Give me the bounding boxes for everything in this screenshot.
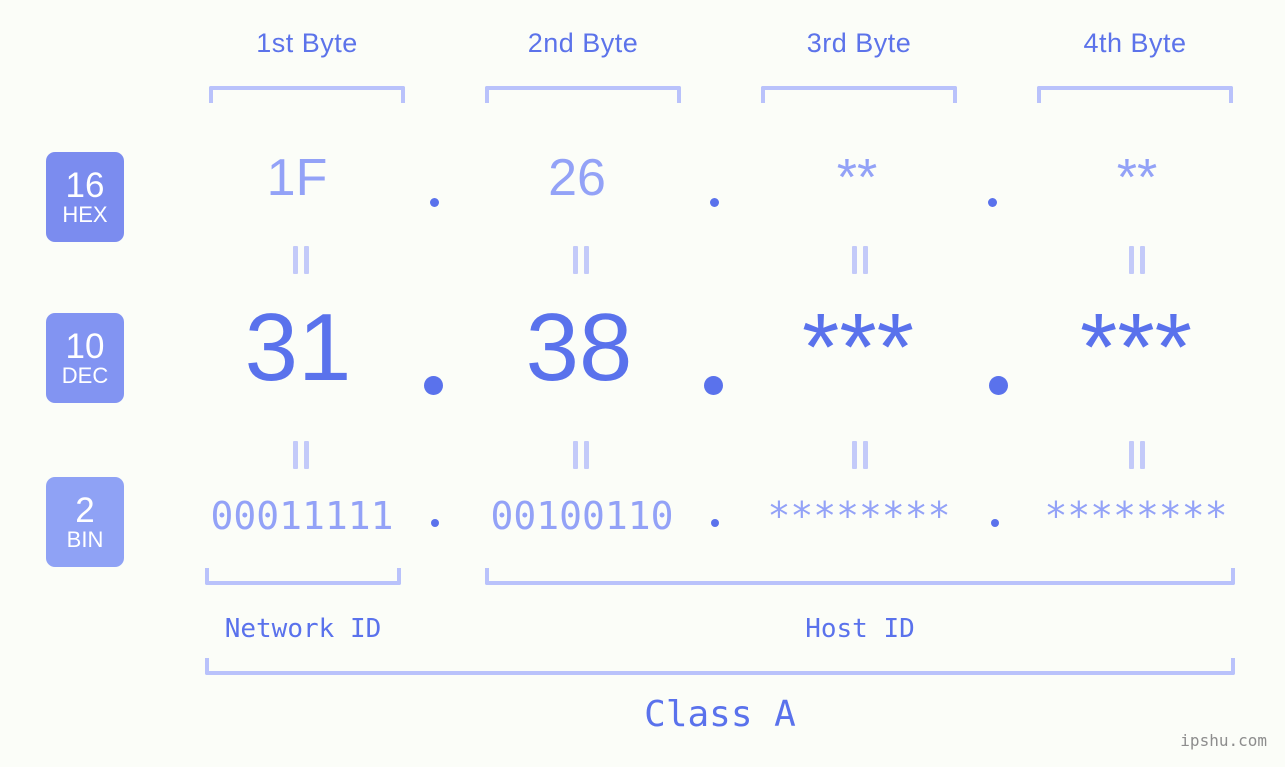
class-bracket bbox=[205, 658, 1235, 675]
hex-value-byte-2: 26 bbox=[548, 149, 606, 207]
bin-value-byte-3: ******** bbox=[767, 494, 951, 538]
bin-value-byte-4: ******** bbox=[1044, 494, 1228, 538]
byte-header-3: 3rd Byte bbox=[806, 28, 912, 58]
bin-value-byte-2: 00100110 bbox=[490, 494, 674, 538]
equals-connector-hex-dec-1 bbox=[292, 246, 310, 274]
byte-header-2: 2nd Byte bbox=[527, 28, 639, 58]
hex-value-byte-1: 1F bbox=[266, 149, 328, 207]
dec-value-byte-3: *** bbox=[801, 294, 915, 401]
byte-header-1: 1st Byte bbox=[256, 28, 358, 58]
radix-badge-dec: 10 DEC bbox=[46, 313, 124, 403]
byte-header-4: 4th Byte bbox=[1083, 28, 1187, 58]
byte-bracket-top-2 bbox=[485, 86, 681, 103]
host-id-bracket bbox=[485, 568, 1235, 585]
equals-connector-dec-bin-2 bbox=[572, 441, 590, 469]
hex-value-byte-3: ** bbox=[836, 149, 878, 207]
radix-badge-bin-name: BIN bbox=[66, 527, 104, 552]
byte-bracket-top-3 bbox=[761, 86, 957, 103]
class-label: Class A bbox=[644, 694, 796, 735]
equals-connector-hex-dec-3 bbox=[851, 246, 869, 274]
byte-bracket-top-1 bbox=[209, 86, 405, 103]
dec-value-byte-4: *** bbox=[1079, 294, 1193, 401]
equals-connector-dec-bin-3 bbox=[851, 441, 869, 469]
radix-badge-hex-number: 16 bbox=[65, 166, 105, 205]
radix-badge-bin: 2 BIN bbox=[46, 477, 124, 567]
dec-separator-dot-2 bbox=[704, 376, 723, 395]
ip-byte-breakdown-diagram: 1st Byte 2nd Byte 3rd Byte 4th Byte 16 H… bbox=[0, 0, 1285, 767]
host-id-label: Host ID bbox=[805, 614, 915, 644]
site-watermark: ipshu.com bbox=[1180, 731, 1267, 750]
equals-connector-dec-bin-1 bbox=[292, 441, 310, 469]
dec-separator-dot-1 bbox=[424, 376, 443, 395]
dec-separator-dot-3 bbox=[989, 376, 1008, 395]
dec-value-byte-2: 38 bbox=[525, 294, 633, 401]
equals-connector-hex-dec-2 bbox=[572, 246, 590, 274]
network-id-bracket bbox=[205, 568, 401, 585]
hex-value-byte-4: ** bbox=[1116, 149, 1158, 207]
radix-badge-hex: 16 HEX bbox=[46, 152, 124, 242]
hex-separator-dot-1 bbox=[430, 198, 439, 207]
hex-separator-dot-3 bbox=[988, 198, 997, 207]
bin-value-byte-1: 00011111 bbox=[210, 494, 394, 538]
byte-bracket-top-4 bbox=[1037, 86, 1233, 103]
radix-badge-bin-number: 2 bbox=[75, 491, 95, 530]
radix-badge-dec-number: 10 bbox=[65, 327, 105, 366]
bin-separator-dot-2 bbox=[711, 519, 719, 527]
dec-value-byte-1: 31 bbox=[244, 294, 352, 401]
equals-connector-dec-bin-4 bbox=[1128, 441, 1146, 469]
bin-separator-dot-3 bbox=[991, 519, 999, 527]
radix-badge-hex-name: HEX bbox=[62, 202, 108, 227]
bin-separator-dot-1 bbox=[431, 519, 439, 527]
network-id-label: Network ID bbox=[224, 614, 382, 644]
radix-badge-dec-name: DEC bbox=[61, 363, 109, 388]
equals-connector-hex-dec-4 bbox=[1128, 246, 1146, 274]
hex-separator-dot-2 bbox=[710, 198, 719, 207]
